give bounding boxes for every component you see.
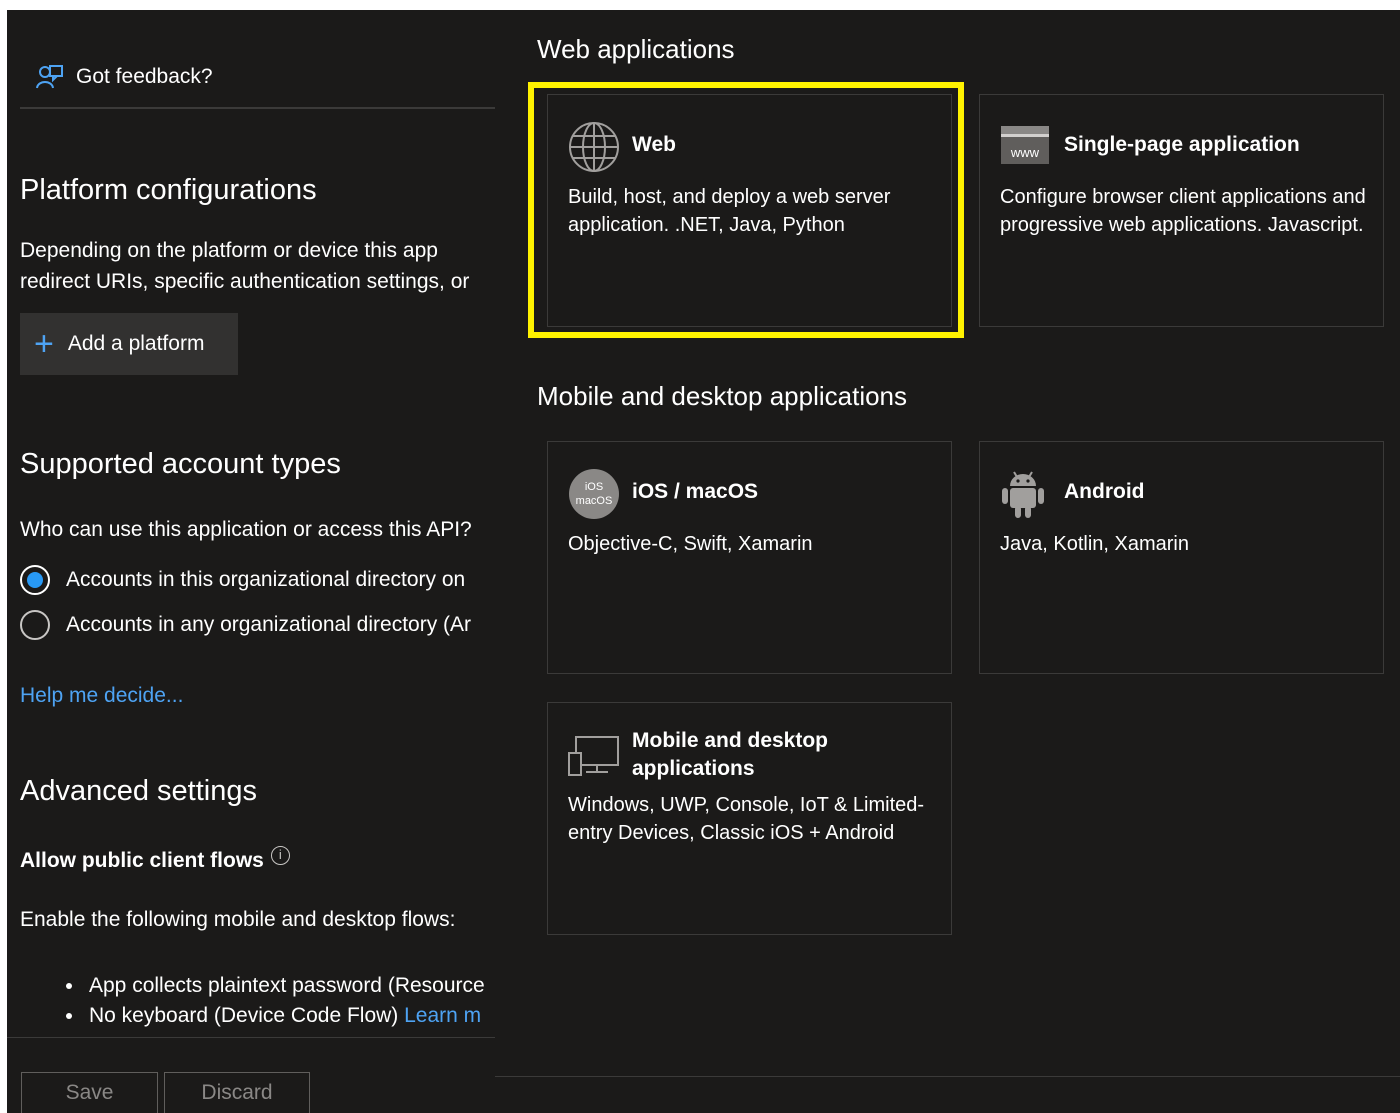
tile-title: Web xyxy=(632,133,676,156)
feedback-label: Got feedback? xyxy=(76,65,213,88)
tile-android[interactable]: Android Java, Kotlin, Xamarin xyxy=(979,441,1384,674)
divider xyxy=(7,1037,495,1038)
supported-account-types-heading: Supported account types xyxy=(20,448,341,480)
radio-label: Accounts in this organizational director… xyxy=(66,568,466,591)
desktop-icon xyxy=(568,736,619,776)
add-platform-button[interactable]: + Add a platform xyxy=(20,313,238,375)
help-me-decide-link[interactable]: Help me decide... xyxy=(20,684,183,708)
feedback-icon xyxy=(36,65,63,89)
tile-ios-macos[interactable]: iOS macOS iOS / macOS Objective-C, Swift… xyxy=(547,441,952,674)
mobile-desktop-applications-heading: Mobile and desktop applications xyxy=(537,381,908,411)
tile-description: Windows, UWP, Console, IoT & Limited-ent… xyxy=(568,794,925,844)
tile-title: Single-page application xyxy=(1064,133,1300,156)
divider xyxy=(20,107,495,109)
tile-title: iOS / macOS xyxy=(632,480,759,503)
tile-description: Objective-C, Swift, Xamarin xyxy=(568,533,813,555)
info-icon[interactable]: i xyxy=(270,846,290,865)
discard-button[interactable]: Discard xyxy=(164,1072,310,1113)
list-item: App collects plaintext password (Resourc… xyxy=(66,974,485,998)
web-applications-heading: Web applications xyxy=(537,34,735,64)
flows-description: Enable the following mobile and desktop … xyxy=(20,908,456,931)
macos-icon-text: macOS xyxy=(576,495,613,507)
list-item: No keyboard (Device Code Flow) Learn m xyxy=(66,1004,481,1028)
divider xyxy=(495,1076,1400,1077)
www-icon-text: www xyxy=(1010,145,1040,160)
screenshot-root: Got feedback? Platform configurations De… xyxy=(0,0,1400,1113)
radio-button-checked[interactable] xyxy=(20,565,50,595)
android-icon xyxy=(1002,471,1044,518)
bullet-text: App collects plaintext password (Resourc… xyxy=(89,974,485,997)
tile-title: Mobile and desktop applications xyxy=(632,729,829,780)
tile-description: Configure browser client applications an… xyxy=(1000,186,1366,236)
tile-web[interactable]: Web Build, host, and deploy a web server… xyxy=(547,94,952,327)
configure-platforms-pane: Web applications Web Build, host, and de… xyxy=(495,10,1400,1113)
www-icon: www xyxy=(1001,126,1049,164)
radio-label: Accounts in any organizational directory… xyxy=(66,613,472,636)
apple-ios-icon: iOS macOS xyxy=(569,469,619,519)
learn-more-link[interactable]: Learn m xyxy=(404,1004,481,1028)
radio-button[interactable] xyxy=(20,610,50,640)
ios-icon-text: iOS xyxy=(585,481,603,493)
bullet xyxy=(66,983,72,989)
app-registration-authentication-pane: Got feedback? Platform configurations De… xyxy=(7,10,495,1113)
public-flows-text: Allow public client flows xyxy=(20,849,264,872)
bullet-text: No keyboard (Device Code Flow) xyxy=(89,1004,405,1027)
globe-icon xyxy=(569,122,619,172)
tile-title: Android xyxy=(1064,480,1145,503)
tile-description: Build, host, and deploy a web server app… xyxy=(568,186,891,236)
add-platform-label: Add a platform xyxy=(67,332,205,355)
account-question: Who can use this application or access t… xyxy=(20,518,472,541)
radio-single-tenant[interactable]: Accounts in this organizational director… xyxy=(20,565,465,595)
tile-single-page-application[interactable]: www Single-page application Configure br… xyxy=(979,94,1384,327)
advanced-settings-heading: Advanced settings xyxy=(20,775,257,807)
plus-icon: + xyxy=(34,325,54,363)
tile-mobile-desktop-applications[interactable]: Mobile and desktop applications Windows,… xyxy=(547,702,952,935)
tile-description: Java, Kotlin, Xamarin xyxy=(1000,533,1189,555)
platform-configurations-heading: Platform configurations xyxy=(20,174,317,206)
radio-multi-tenant[interactable]: Accounts in any organizational directory… xyxy=(20,610,471,640)
platform-description-line2: redirect URIs, specific authentication s… xyxy=(20,270,470,293)
save-button[interactable]: Save xyxy=(21,1072,158,1113)
allow-public-client-flows-label: Allow public client flows i xyxy=(20,846,290,873)
feedback-button[interactable]: Got feedback? xyxy=(34,62,213,92)
bullet xyxy=(66,1013,72,1019)
platform-description-line1: Depending on the platform or device this… xyxy=(20,239,438,262)
